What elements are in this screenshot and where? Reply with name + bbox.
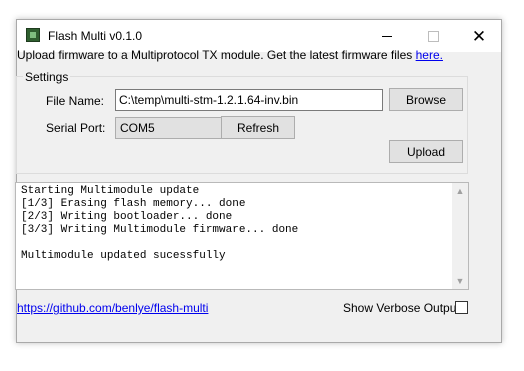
file-name-label: File Name: bbox=[46, 94, 105, 108]
intro-description: Upload firmware to a Multiprotocol TX mo… bbox=[17, 48, 416, 62]
log-text: Starting Multimodule update [1/3] Erasin… bbox=[21, 185, 299, 262]
verbose-output-label: Show Verbose Output: bbox=[343, 301, 464, 315]
verbose-output-checkbox[interactable] bbox=[455, 301, 468, 314]
serial-port-value: COM5 bbox=[120, 121, 155, 135]
file-name-input[interactable]: C:\temp\multi-stm-1.2.1.64-inv.bin bbox=[115, 89, 383, 111]
window-title: Flash Multi v0.1.0 bbox=[48, 29, 143, 43]
firmware-link[interactable]: here. bbox=[416, 48, 443, 62]
flash-multi-window: Flash Multi v0.1.0 ✕ bbox=[16, 19, 502, 343]
maximize-icon bbox=[427, 30, 439, 42]
output-log[interactable]: Starting Multimodule update [1/3] Erasin… bbox=[15, 182, 469, 290]
scroll-up-icon[interactable]: ▲ bbox=[452, 183, 468, 199]
close-button[interactable]: ✕ bbox=[456, 20, 502, 52]
refresh-button[interactable]: Refresh bbox=[221, 116, 295, 139]
intro-text: Upload firmware to a Multiprotocol TX mo… bbox=[17, 48, 443, 62]
minimize-icon bbox=[382, 35, 392, 37]
github-link[interactable]: https://github.com/benlye/flash-multi bbox=[17, 301, 208, 315]
close-icon: ✕ bbox=[471, 26, 487, 46]
scroll-down-icon[interactable]: ▼ bbox=[452, 273, 468, 289]
serial-port-label: Serial Port: bbox=[46, 121, 106, 135]
app-icon bbox=[26, 28, 40, 42]
settings-group-label: Settings bbox=[23, 70, 71, 84]
browse-button[interactable]: Browse bbox=[389, 88, 463, 111]
upload-button[interactable]: Upload bbox=[389, 140, 463, 163]
log-scrollbar[interactable]: ▲ ▼ bbox=[452, 183, 468, 289]
